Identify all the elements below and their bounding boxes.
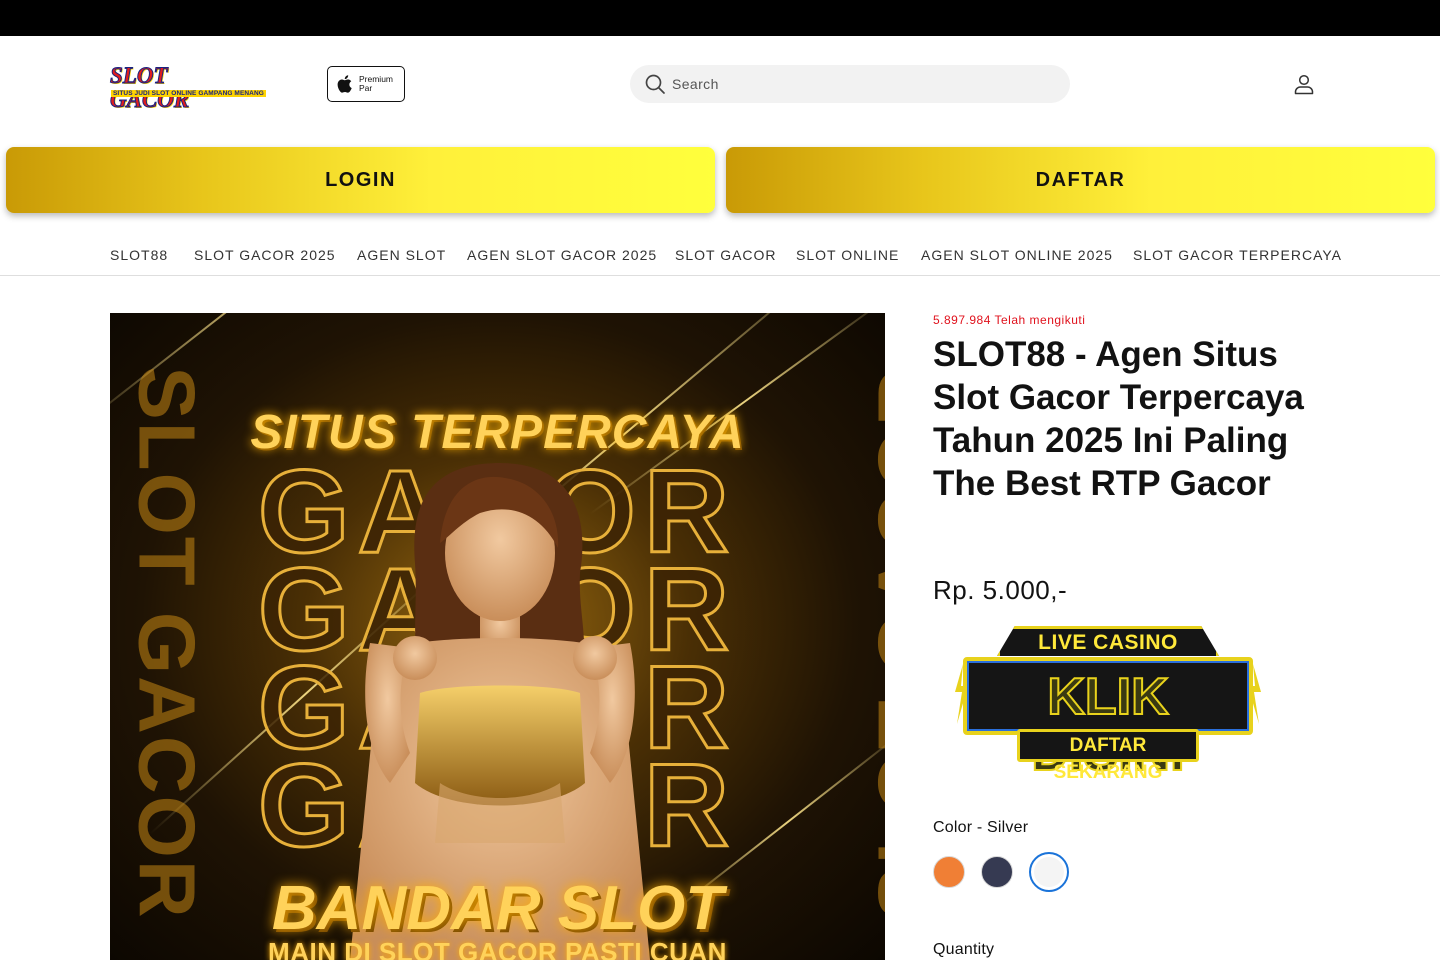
main-navigation: SLOT88 SLOT GACOR 2025 AGEN SLOT AGEN SL… <box>0 233 1440 276</box>
nav-item-slot-gacor-2025[interactable]: SLOT GACOR 2025 <box>194 247 336 263</box>
nav-item-agen-slot-gacor-2025[interactable]: AGEN SLOT GACOR 2025 <box>467 247 657 263</box>
search-icon[interactable] <box>644 73 666 95</box>
search-input[interactable] <box>672 65 1052 103</box>
quantity-label: Quantity <box>933 941 995 958</box>
logo-tagline: SITUS JUDI SLOT ONLINE GAMPANG MENANG <box>111 90 266 97</box>
product-title: SLOT88 - Agen Situs Slot Gacor Terpercay… <box>933 335 1304 503</box>
apple-icon <box>337 75 352 93</box>
hero-headline: SITUS TERPERCAYA <box>250 406 745 459</box>
nav-item-slot-online[interactable]: SLOT ONLINE <box>796 247 899 263</box>
user-account-icon[interactable] <box>1292 72 1316 96</box>
promo-top-label: LIVE CASINO <box>997 626 1219 656</box>
swatch-silver-selected[interactable] <box>1029 852 1069 892</box>
logo-wordmark: SLOT GACOR <box>110 63 190 112</box>
promo-bottom-label: DAFTAR SEKARANG <box>1017 729 1199 783</box>
product-image[interactable]: SLOT GACOR SLOT GACOR GACOR GACOR GACOR … <box>110 313 885 960</box>
badge-text: Premium Par <box>359 75 393 93</box>
premium-partner-badge[interactable]: Premium Par <box>327 66 405 102</box>
nav-item-slot-gacor-terpercaya[interactable]: SLOT GACOR TERPERCAYA <box>1133 247 1342 263</box>
announcement-bar <box>0 0 1440 36</box>
promo-main-box: KLIK DISINI <box>963 657 1253 782</box>
nav-item-agen-slot-online-2025[interactable]: AGEN SLOT ONLINE 2025 <box>921 247 1113 263</box>
nav-item-slot88[interactable]: SLOT88 <box>110 247 168 263</box>
product-price: Rp. 5.000,- <box>933 575 1068 605</box>
followers-count: 5.897.984 Telah mengikuti <box>933 313 1086 327</box>
login-button[interactable]: LOGIN <box>6 147 715 213</box>
nav-item-slot-gacor[interactable]: SLOT GACOR <box>675 247 777 263</box>
site-header: SLOT GACOR SITUS JUDI SLOT ONLINE GAMPAN… <box>0 36 1440 132</box>
badge-line2: Par <box>359 83 373 93</box>
swatch-orange[interactable] <box>933 856 965 888</box>
hero-bottom-subtitle: MAIN DI SLOT GACOR PASTI CUAN <box>268 937 727 960</box>
swatch-navy[interactable] <box>981 856 1013 888</box>
register-button[interactable]: DAFTAR <box>726 147 1435 213</box>
site-logo[interactable]: SLOT GACOR SITUS JUDI SLOT ONLINE GAMPAN… <box>110 63 266 112</box>
search-bar[interactable] <box>630 65 1070 103</box>
hero-bottom-title: BANDAR SLOT <box>271 874 724 943</box>
color-label: Color - Silver <box>933 819 1029 836</box>
live-casino-banner[interactable]: LIVE CASINO KLIK DISINI DAFTAR SEKARANG <box>953 624 1263 783</box>
nav-item-agen-slot[interactable]: AGEN SLOT <box>357 247 446 263</box>
